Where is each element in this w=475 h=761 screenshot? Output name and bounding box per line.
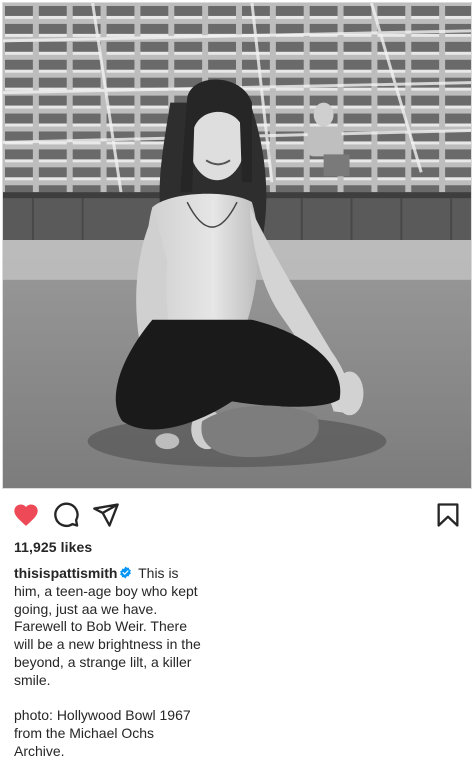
- bookmark-icon[interactable]: [434, 501, 462, 529]
- post-photo[interactable]: [2, 2, 472, 489]
- comment-bubble-icon[interactable]: [52, 501, 80, 529]
- heart-filled-icon[interactable]: [12, 501, 40, 529]
- action-bar: [0, 498, 475, 532]
- paper-plane-icon[interactable]: [92, 501, 120, 529]
- likes-count[interactable]: 11,925 likes: [14, 539, 92, 555]
- post-caption: thisispattismith This is him, a teen-age…: [14, 565, 204, 761]
- caption-text: This is him, a teen-age boy who kept goi…: [14, 565, 201, 759]
- verified-badge-icon: [119, 566, 132, 579]
- username-link[interactable]: thisispattismith: [14, 565, 117, 581]
- black-and-white-photo: [3, 3, 471, 488]
- instagram-post: 11,925 likes thisispattismith This is hi…: [0, 0, 475, 759]
